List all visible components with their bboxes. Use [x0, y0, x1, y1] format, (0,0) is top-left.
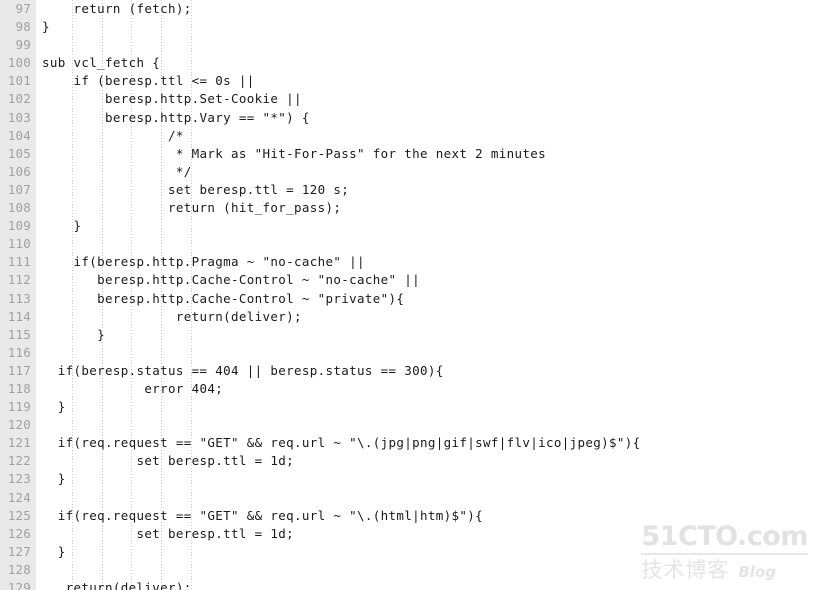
line-number: 107	[7, 181, 31, 197]
watermark-chinese-text: 技术博客	[641, 558, 730, 582]
watermark-site-name: 51CTO.com	[641, 522, 808, 555]
line-number: 112	[7, 272, 31, 288]
watermark-blog-label: Blog	[738, 563, 776, 581]
code-line[interactable]: if(req.request == "GET" && req.url ~ "\.…	[42, 434, 641, 452]
code-line[interactable]: error 404;	[42, 380, 641, 398]
line-number: 105	[7, 145, 31, 161]
line-number: 111	[7, 254, 31, 270]
code-line[interactable]: return(deliver);	[42, 579, 641, 590]
code-line[interactable]: return (fetch);	[42, 0, 641, 18]
code-line[interactable]: set beresp.ttl = 1d;	[42, 452, 641, 470]
code-line[interactable]: return(deliver);	[42, 308, 641, 326]
code-line[interactable]: if (beresp.ttl <= 0s ||	[42, 72, 641, 90]
line-number: 127	[7, 543, 31, 559]
line-number: 110	[7, 236, 31, 252]
line-number: 106	[7, 163, 31, 179]
code-line[interactable]: beresp.http.Cache-Control ~ "private"){	[42, 290, 641, 308]
code-line[interactable]: }	[42, 326, 641, 344]
code-editor[interactable]: 97 98 99 100 101 102 103 104 105 106 107 108 109 110 1…	[0, 0, 826, 590]
line-number: 124	[7, 489, 31, 505]
code-line[interactable]: }	[42, 470, 641, 488]
code-content[interactable]: return (fetch);} sub vcl_fetch { if (bere…	[42, 0, 641, 590]
line-number: 102	[7, 91, 31, 107]
line-number: 126	[7, 525, 31, 541]
code-line[interactable]: if(req.request == "GET" && req.url ~ "\.…	[42, 507, 641, 525]
line-number: 115	[7, 326, 31, 342]
code-line[interactable]: beresp.http.Set-Cookie ||	[42, 90, 641, 108]
code-line[interactable]	[42, 344, 641, 362]
code-line[interactable]: return (hit_for_pass);	[42, 199, 641, 217]
line-number: 113	[7, 290, 31, 306]
code-line[interactable]: /*	[42, 127, 641, 145]
watermark-subtitle: 技术博客 Blog	[641, 558, 808, 582]
watermark: 51CTO.com 技术博客 Blog	[641, 522, 808, 582]
line-number: 121	[7, 435, 31, 451]
code-line[interactable]: set beresp.ttl = 120 s;	[42, 181, 641, 199]
line-number: 101	[7, 73, 31, 89]
code-line[interactable]	[42, 235, 641, 253]
code-line[interactable]	[42, 416, 641, 434]
line-number: 108	[7, 200, 31, 216]
line-number: 120	[7, 417, 31, 433]
code-line[interactable]: */	[42, 163, 641, 181]
code-line[interactable]: }	[42, 398, 641, 416]
code-line[interactable]: if(beresp.status == 404 || beresp.status…	[42, 362, 641, 380]
line-number: 128	[7, 561, 31, 577]
code-line[interactable]: }	[42, 543, 641, 561]
line-number: 117	[7, 362, 31, 378]
line-number: 109	[7, 218, 31, 234]
line-number: 123	[7, 471, 31, 487]
line-number: 116	[7, 344, 31, 360]
code-line[interactable]: }	[42, 217, 641, 235]
code-line[interactable]	[42, 561, 641, 579]
line-number: 125	[7, 507, 31, 523]
line-number: 103	[7, 109, 31, 125]
code-line[interactable]: beresp.http.Cache-Control ~ "no-cache" |…	[42, 271, 641, 289]
line-number: 118	[7, 380, 31, 396]
code-line[interactable]: if(beresp.http.Pragma ~ "no-cache" ||	[42, 253, 641, 271]
line-number: 104	[7, 127, 31, 143]
line-number: 114	[7, 308, 31, 324]
line-number: 119	[7, 399, 31, 415]
code-line[interactable]	[42, 489, 641, 507]
line-number: 98	[15, 19, 31, 35]
line-number: 129	[7, 580, 31, 590]
code-line[interactable]: set beresp.ttl = 1d;	[42, 525, 641, 543]
line-number: 122	[7, 453, 31, 469]
code-line[interactable]	[42, 36, 641, 54]
code-line[interactable]: * Mark as "Hit-For-Pass" for the next 2 …	[42, 145, 641, 163]
line-number-list: 97 98 99 100 101 102 103 104 105 106 107 108 109 110 1…	[0, 0, 36, 590]
code-line[interactable]: }	[42, 18, 641, 36]
line-number: 97	[15, 1, 31, 16]
code-line[interactable]: sub vcl_fetch {	[42, 54, 641, 72]
line-number: 100	[7, 55, 31, 71]
code-line[interactable]: beresp.http.Vary == "*") {	[42, 109, 641, 127]
line-number: 99	[15, 37, 31, 53]
